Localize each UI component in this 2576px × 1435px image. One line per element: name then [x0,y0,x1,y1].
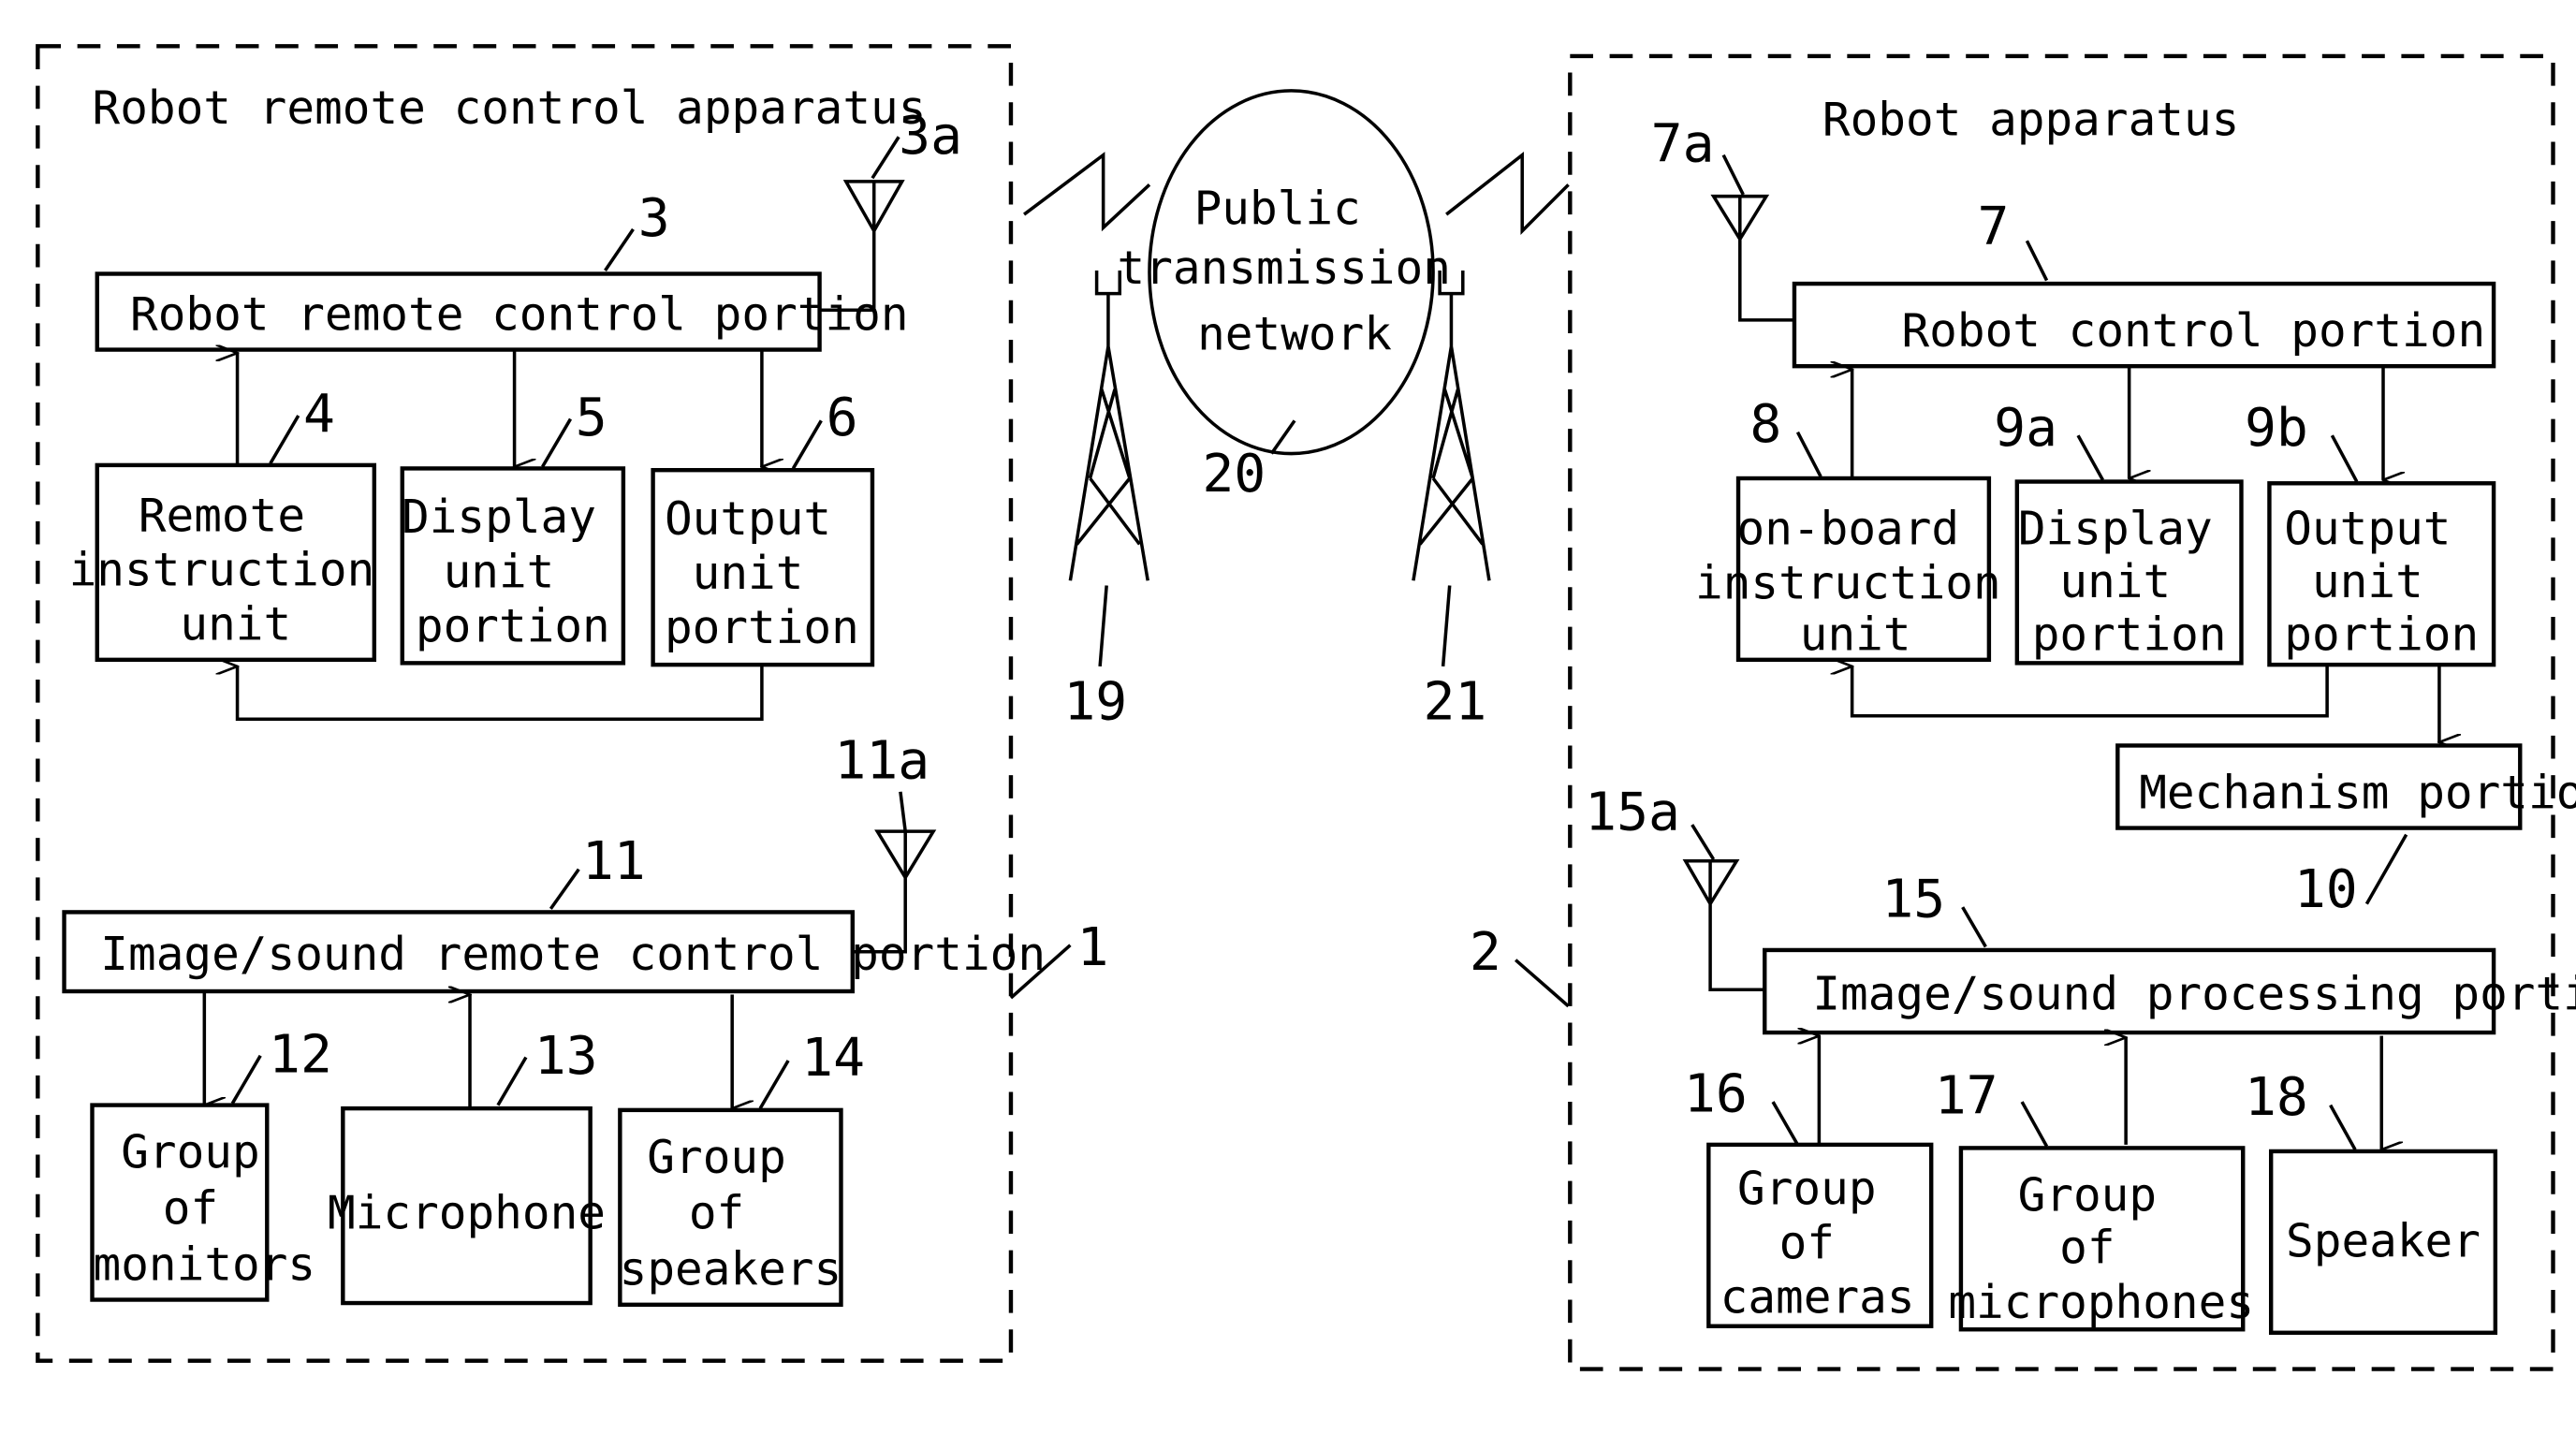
box-label: Robot remote control portion [130,286,909,341]
antenna-icon [1682,859,1766,992]
box-label: Speaker [2286,1214,2481,1268]
ref-15: 15 [1881,870,1945,930]
ref-10: 10 [2294,859,2358,920]
box-label: Image/sound processing portion [1812,966,2576,1020]
ref-20: 20 [1202,444,1266,505]
ref-14: 14 [801,1028,865,1089]
ref-1: 1 [1076,917,1108,978]
group-title: Robot apparatus [1822,92,2239,146]
ref-8: 8 [1749,394,1781,455]
ref-11: 11 [582,831,646,892]
ref-18: 18 [2245,1067,2308,1128]
ref-7a: 7a [1651,114,1715,175]
ref-13: 13 [534,1026,598,1087]
block-diagram: Robot remote control apparatus 1 3a Robo… [36,44,2576,1371]
group-title: Robot remote control apparatus [93,81,927,135]
wireless-link-icon [1023,152,1151,232]
robot-apparatus: Robot apparatus 2 7a Robot control porti… [1470,53,2576,1371]
ref-11a: 11a [834,731,929,792]
box-label: Output unit portion [665,491,859,654]
ref-3: 3 [638,188,670,249]
robot-remote-control-apparatus: Robot remote control apparatus 1 3a Robo… [36,44,1108,1363]
ref-19: 19 [1063,671,1127,732]
wireless-link-icon [1445,152,1570,235]
ref-17: 17 [1935,1065,1998,1126]
ref-5: 5 [576,388,607,448]
box-label: Robot control portion [1901,303,2485,358]
ref-2: 2 [1470,922,1501,983]
box-label: Microphone [328,1186,606,1240]
antenna-icon [1710,194,1796,322]
ref-21: 21 [1423,671,1486,732]
ref-9a: 9a [1994,398,2057,459]
box-label: Image/sound remote control portion [100,927,1046,981]
ref-16: 16 [1684,1064,1748,1125]
ref-15a: 15a [1585,782,1680,842]
ref-12: 12 [269,1024,332,1085]
ref-4: 4 [303,385,335,446]
box-label: Mechanism portion [2139,765,2576,819]
ref-9b: 9b [2245,398,2308,459]
ref-7: 7 [1978,197,2010,257]
radio-tower-icon [1068,270,1149,581]
ref-6: 6 [827,388,858,448]
public-transmission-network: Public transmission network 20 [1023,89,1570,505]
ref-3a: 3a [899,106,962,167]
box-label: Output unit portion [2284,501,2479,661]
